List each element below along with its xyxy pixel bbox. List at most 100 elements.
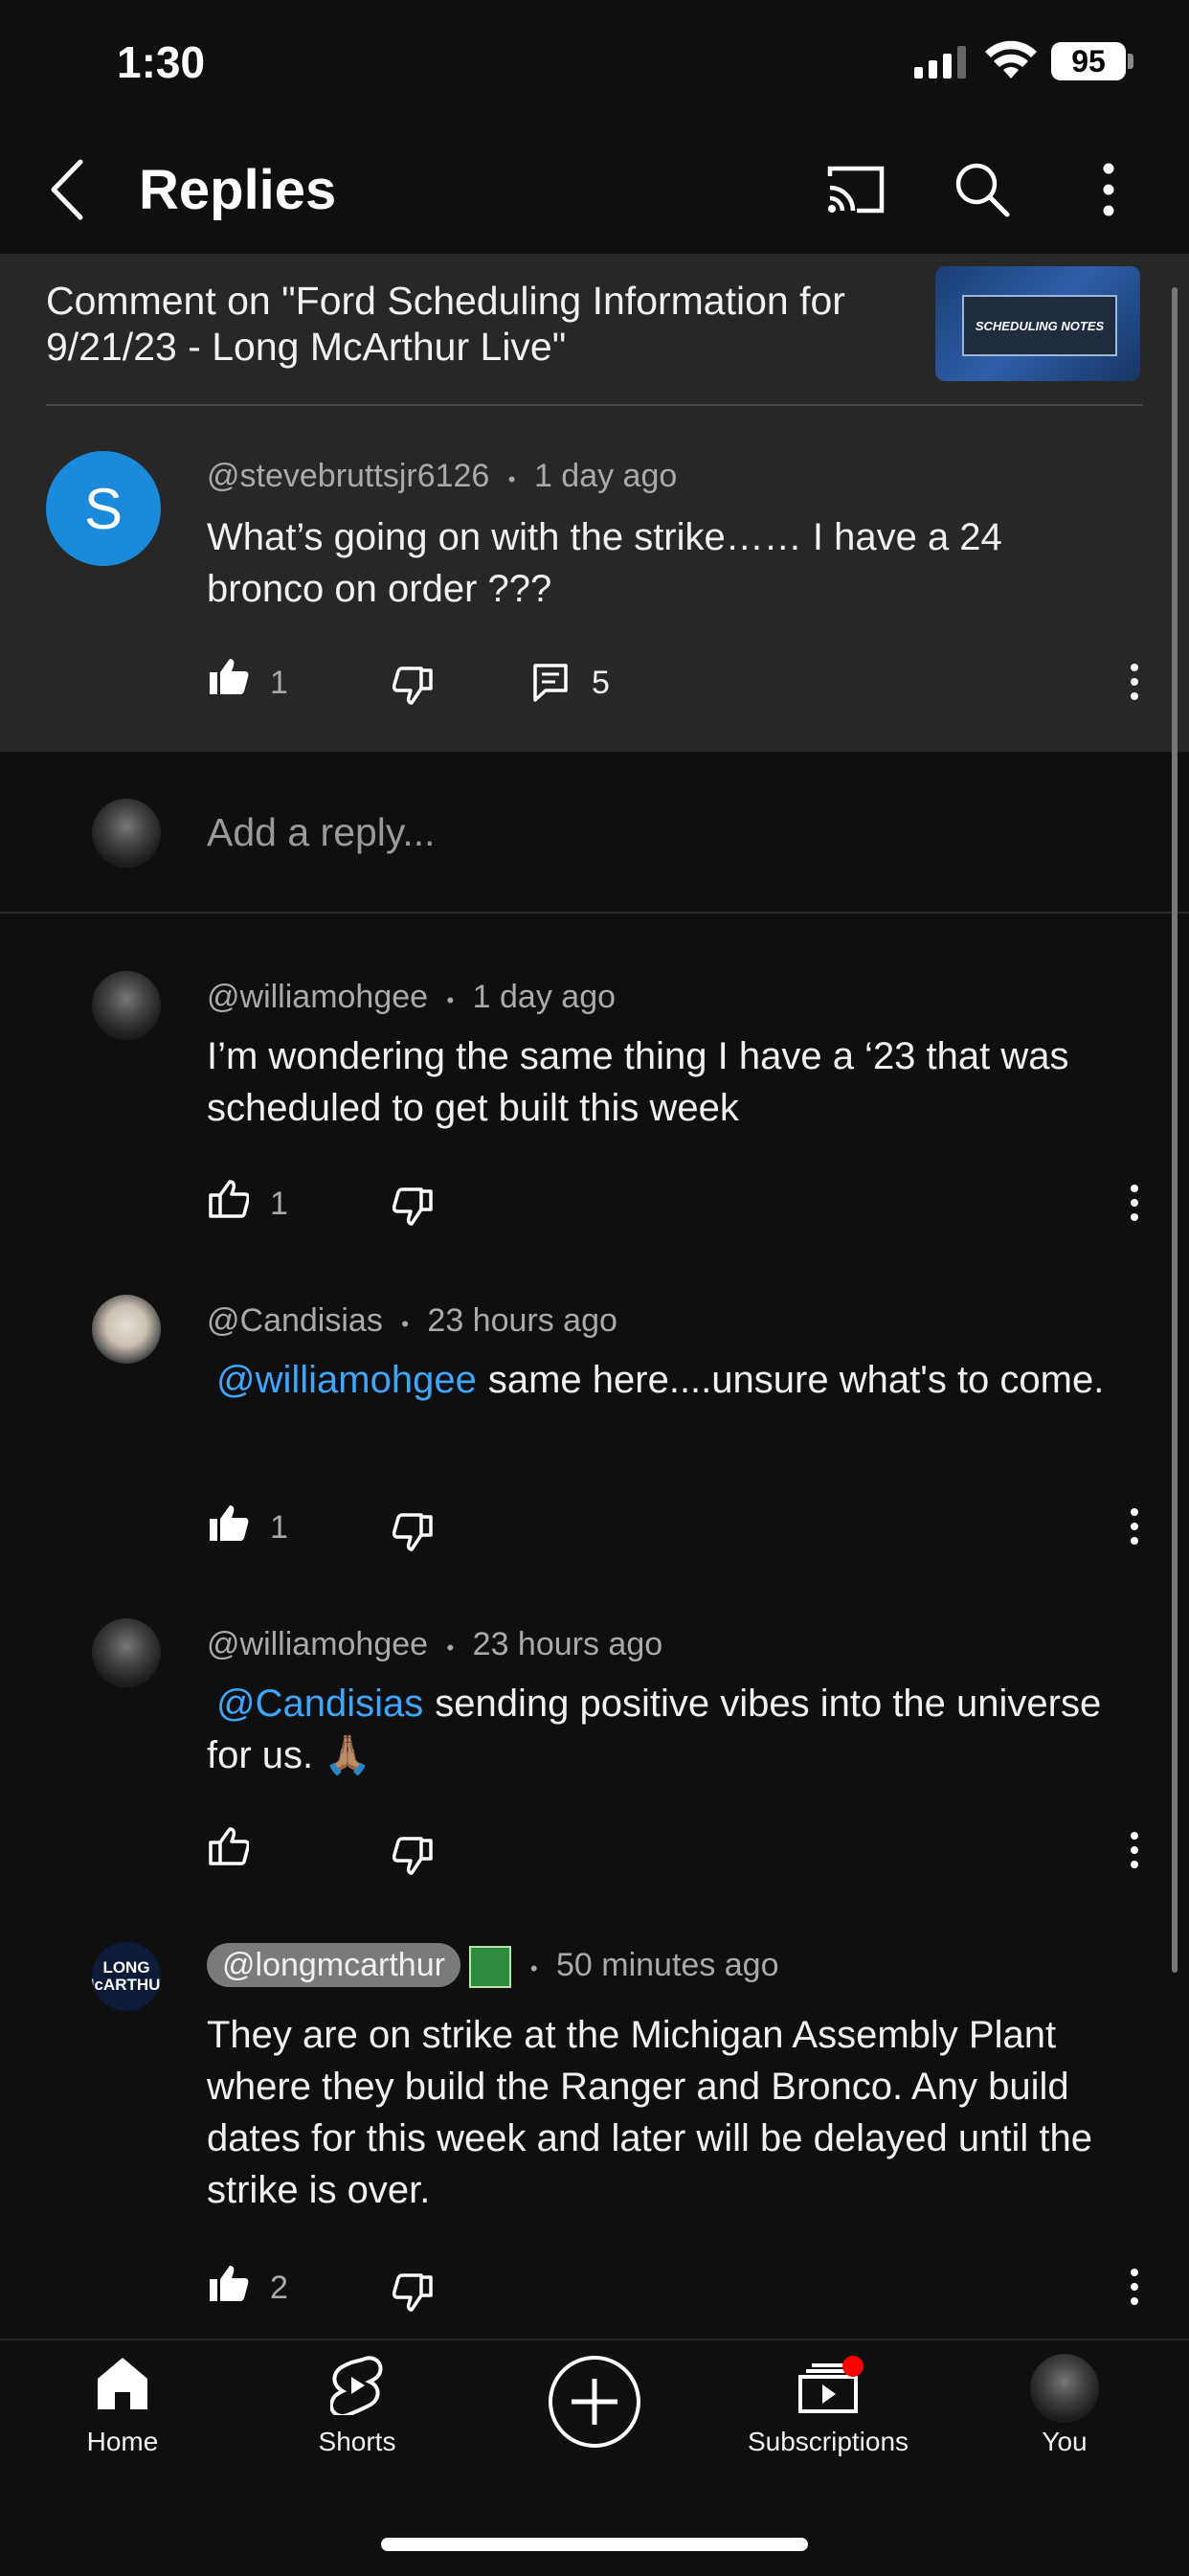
nav-you[interactable]: You (998, 2354, 1132, 2461)
replies-button[interactable] (532, 663, 569, 708)
avatar[interactable] (92, 971, 161, 1040)
nav-label: Subscriptions (747, 2427, 909, 2456)
more-vertical-icon (1131, 1508, 1138, 1545)
search-button[interactable] (946, 153, 1019, 226)
comment-time: 1 day ago (533, 458, 678, 494)
mention-link[interactable]: @Candisias (216, 1683, 423, 1725)
thumbs-down-icon (392, 1187, 433, 1226)
meta-separator: • (446, 1636, 455, 1660)
more-vertical-icon (1131, 664, 1138, 700)
reply-meta: @Candisias • 23 hours ago (207, 1302, 617, 1340)
reply-menu-button[interactable] (1130, 1184, 1139, 1227)
like-count: 1 (270, 665, 288, 701)
reply-meta: @williamohgee • 1 day ago (207, 979, 616, 1016)
page-title: Replies (139, 159, 337, 221)
avatar[interactable]: LONG McARTHUR (92, 1942, 161, 2011)
like-count: 1 (270, 1509, 288, 1546)
nav-home[interactable]: Home (56, 2356, 190, 2461)
scrollbar[interactable] (1172, 287, 1178, 1973)
thumbs-down-icon (392, 1513, 433, 1551)
like-button[interactable] (209, 657, 249, 700)
thumbs-up-filled-icon (210, 2266, 249, 2301)
avatar[interactable] (92, 1618, 161, 1687)
battery-tip (1128, 54, 1133, 69)
nav-label: Home (86, 2427, 159, 2456)
nav-label: Shorts (318, 2427, 396, 2456)
like-button[interactable] (209, 1827, 251, 1870)
nav-subscriptions[interactable]: Subscriptions (728, 2356, 929, 2461)
meta-separator: • (529, 1955, 538, 1980)
reply-time: 1 day ago (472, 979, 617, 1015)
reply-text: They are on strike at the Michigan Assem… (207, 2014, 1092, 2211)
reply-meta: @williamohgee • 23 hours ago (207, 1626, 662, 1663)
reply-author[interactable]: @williamohgee (207, 1626, 428, 1662)
like-count: 2 (270, 2270, 288, 2306)
dislike-button[interactable] (392, 2273, 433, 2316)
reply-menu-button[interactable] (1130, 2268, 1139, 2311)
dislike-button[interactable] (392, 1187, 433, 1231)
cast-icon (827, 166, 885, 214)
create-button[interactable] (547, 2354, 642, 2450)
battery-indicator: 95 (1051, 42, 1126, 80)
more-vertical-icon (1131, 1832, 1138, 1868)
reply-menu-button[interactable] (1130, 1831, 1139, 1874)
more-options-button[interactable] (1080, 153, 1137, 226)
thumbs-up-filled-icon (210, 1505, 249, 1541)
avatar (1030, 2354, 1099, 2423)
like-count: 1 (270, 1186, 288, 1222)
reply-menu-button[interactable] (1130, 1507, 1139, 1550)
avatar[interactable] (92, 1295, 161, 1364)
meta-separator: • (507, 467, 516, 491)
like-button[interactable] (209, 1503, 249, 1547)
back-button[interactable] (38, 153, 96, 226)
status-time: 1:30 (117, 37, 206, 87)
creator-author-chip[interactable]: @longmcarthur (207, 1942, 460, 1987)
cast-button[interactable] (819, 155, 892, 224)
reply-text: @Candisias sending positive vibes into th… (207, 1678, 1107, 1781)
more-vertical-icon (1103, 163, 1114, 216)
notification-dot (842, 2356, 864, 2377)
search-icon (955, 163, 1010, 217)
thumbs-down-icon (392, 667, 433, 705)
thumbnail-inner: SCHEDULING NOTES (962, 295, 1117, 356)
reply-author[interactable]: @williamohgee (207, 979, 428, 1015)
comment-menu-button[interactable] (1130, 663, 1139, 706)
thumbs-up-filled-icon (210, 659, 249, 694)
reply-time: 50 minutes ago (556, 1946, 779, 1983)
avatar[interactable]: S (46, 451, 161, 566)
more-vertical-icon (1131, 1185, 1138, 1221)
divider (0, 912, 1189, 914)
avatar[interactable] (92, 799, 161, 868)
dislike-button[interactable] (392, 667, 433, 710)
comment-author[interactable]: @stevebruttsjr6126 (207, 458, 489, 494)
reply-time: 23 hours ago (427, 1302, 617, 1339)
reply-text: I’m wondering the same thing I have a ‘2… (207, 1035, 1069, 1129)
chevron-left-icon (51, 159, 83, 220)
reply-author[interactable]: @Candisias (207, 1302, 383, 1339)
like-button[interactable] (209, 1180, 251, 1223)
add-reply-input[interactable]: Add a reply... (207, 810, 436, 855)
dislike-button[interactable] (392, 1513, 433, 1556)
nav-shorts[interactable]: Shorts (290, 2356, 424, 2461)
thumbs-down-icon (392, 2273, 433, 2312)
thumbnail-label: SCHEDULING NOTES (975, 318, 1105, 333)
member-badge-icon (469, 1946, 512, 1988)
comment-meta: @stevebruttsjr6126 • 1 day ago (207, 458, 677, 495)
thumbs-down-icon (392, 1837, 433, 1875)
nav-label: You (1042, 2427, 1088, 2456)
thumbs-up-icon (209, 1827, 251, 1865)
meta-separator: • (401, 1312, 409, 1336)
meta-separator: • (446, 988, 455, 1012)
wifi-icon (985, 40, 1037, 79)
signal-icon (914, 46, 966, 79)
video-context-text[interactable]: Comment on "Ford Scheduling Information … (46, 278, 908, 370)
shorts-icon (330, 2356, 383, 2415)
like-button[interactable] (209, 2264, 249, 2307)
home-indicator (381, 2538, 808, 2551)
reply-text: @williamohgee same here....unsure what's … (207, 1354, 1107, 1406)
mention-link[interactable]: @williamohgee (216, 1359, 477, 1401)
divider (46, 404, 1143, 406)
dislike-button[interactable] (392, 1837, 433, 1880)
video-thumbnail[interactable]: SCHEDULING NOTES (935, 266, 1140, 381)
more-vertical-icon (1131, 2269, 1138, 2305)
